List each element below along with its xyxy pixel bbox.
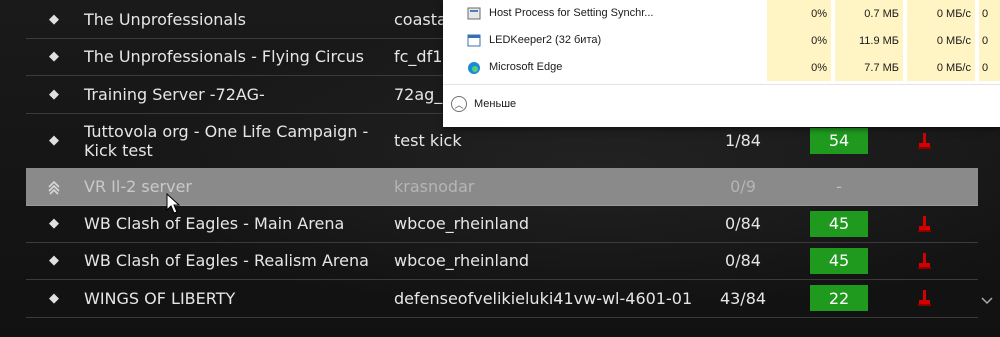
server-name: VR Il-2 server bbox=[84, 177, 192, 196]
server-name: Tuttovola org - One Life Campaign - Kick… bbox=[84, 121, 369, 160]
edge-icon bbox=[467, 61, 481, 74]
server-map: defenseofvelikieluki41vw-wl-4601-01 bbox=[394, 288, 693, 308]
process-network: 0 bbox=[979, 27, 1000, 54]
process-disk: 0 МБ/с bbox=[907, 54, 975, 81]
mouse-cursor-icon bbox=[166, 192, 181, 219]
server-name: WB Clash of Eagles - Main Arena bbox=[84, 214, 345, 233]
chevrons-up-icon bbox=[44, 168, 64, 205]
process-cpu: 0% bbox=[767, 54, 831, 81]
process-row[interactable]: Microsoft Edge 0% 7.7 МБ 0 МБ/с 0 bbox=[443, 54, 1000, 81]
process-network: 0 bbox=[979, 0, 1000, 27]
process-cpu: 0% bbox=[767, 0, 831, 27]
diamond-icon: ◆ bbox=[49, 253, 59, 268]
diamond-icon: ◆ bbox=[49, 216, 59, 231]
ping-dash: - bbox=[836, 177, 842, 196]
ping-badge: 45 bbox=[810, 210, 868, 237]
server-map: wbcoe_rheinland bbox=[394, 214, 530, 233]
process-cpu: 0% bbox=[767, 27, 831, 54]
server-name: WINGS OF LIBERTY bbox=[84, 288, 236, 308]
process-memory: 11.9 МБ bbox=[835, 27, 903, 54]
lock-icon bbox=[912, 242, 936, 279]
diamond-icon: ◆ bbox=[49, 86, 59, 102]
process-name: Microsoft Edge bbox=[489, 61, 563, 73]
server-map: krasnodar bbox=[394, 177, 475, 196]
server-players: 0/9 bbox=[730, 177, 756, 196]
server-name: WB Clash of Eagles - Realism Arena bbox=[84, 251, 369, 270]
process-name: Host Process for Setting Synchr... bbox=[489, 7, 654, 19]
ping-cell: 45 bbox=[809, 205, 869, 242]
diamond-icon: ◆ bbox=[49, 49, 59, 64]
fewer-details-button[interactable]: ︿ Меньше bbox=[451, 96, 516, 112]
process-disk: 0 МБ/с bbox=[907, 27, 975, 54]
process-name: LEDKeeper2 (32 бита) bbox=[489, 34, 602, 46]
process-network: 0 bbox=[979, 54, 1000, 81]
lock-icon bbox=[912, 205, 936, 242]
server-name: The Unprofessionals bbox=[84, 9, 246, 29]
gear-icon bbox=[467, 7, 481, 20]
server-map: wbcoe_rheinland bbox=[394, 251, 530, 270]
lock-icon bbox=[912, 279, 936, 317]
ping-cell: 45 bbox=[809, 242, 869, 279]
diamond-icon: ◆ bbox=[49, 133, 59, 148]
chevron-up-icon: ︿ bbox=[451, 96, 467, 112]
fewer-details-label: Меньше bbox=[474, 98, 517, 110]
ping-cell: 22 bbox=[809, 279, 869, 317]
server-players: 0/84 bbox=[725, 251, 761, 270]
server-players: 43/84 bbox=[719, 288, 767, 308]
diamond-icon: ◆ bbox=[49, 11, 59, 27]
server-name: The Unprofessionals - Flying Circus bbox=[84, 47, 364, 66]
process-disk: 0 МБ/с bbox=[907, 0, 975, 27]
server-name: Training Server -72AG- bbox=[84, 84, 265, 104]
window-icon bbox=[467, 34, 481, 47]
server-row[interactable]: ◆ WINGS OF LIBERTY defenseofvelikieluki4… bbox=[26, 279, 978, 318]
process-memory: 7.7 МБ bbox=[835, 54, 903, 81]
ping-badge: 54 bbox=[810, 127, 868, 154]
process-memory: 0.7 МБ bbox=[835, 0, 903, 27]
process-row[interactable]: LEDKeeper2 (32 бита) 0% 11.9 МБ 0 МБ/с 0 bbox=[443, 27, 1000, 54]
ping-cell: - bbox=[809, 168, 869, 205]
divider bbox=[443, 84, 1000, 85]
server-players: 0/84 bbox=[725, 214, 761, 233]
server-row[interactable]: ◆ WB Clash of Eagles - Realism Arena wbc… bbox=[26, 242, 978, 280]
process-row[interactable]: Host Process for Setting Synchr... 0% 0.… bbox=[443, 0, 1000, 27]
task-manager-panel: Host Process for Setting Synchr... 0% 0.… bbox=[443, 0, 1000, 127]
ping-badge: 22 bbox=[810, 285, 868, 311]
diamond-icon: ◆ bbox=[49, 290, 59, 306]
scroll-down-arrow[interactable] bbox=[978, 292, 996, 310]
ping-badge: 45 bbox=[810, 247, 868, 274]
